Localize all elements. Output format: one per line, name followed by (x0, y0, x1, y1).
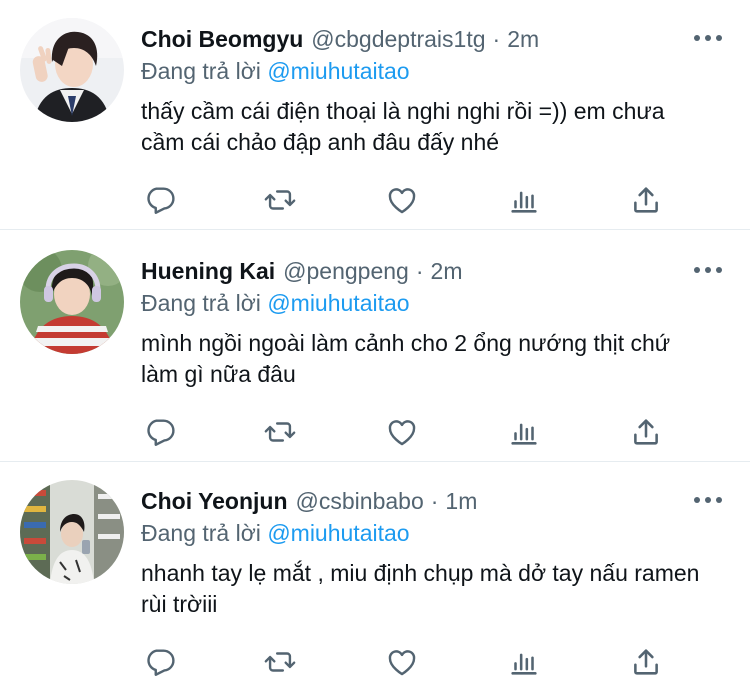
action-bar (140, 180, 670, 220)
replying-to: Đang trả lời @miuhutaitao (141, 518, 410, 548)
like-icon (388, 188, 416, 214)
more-dot (694, 267, 700, 273)
more-dot (716, 267, 722, 273)
more-options-button[interactable] (694, 488, 722, 512)
more-dot (705, 35, 711, 41)
like-button[interactable] (382, 412, 422, 452)
separator-dot: · (430, 488, 439, 514)
retweet-icon (264, 190, 296, 210)
analytics-button[interactable] (504, 642, 544, 682)
reply-icon (147, 649, 175, 676)
like-button[interactable] (382, 642, 422, 682)
replying-to-label: Đang trả lời (141, 520, 261, 546)
replying-to: Đang trả lời @miuhutaitao (141, 56, 410, 86)
analytics-icon (511, 653, 537, 675)
timestamp[interactable]: 2m (507, 24, 539, 54)
display-name[interactable]: Choi Yeonjun (141, 486, 288, 516)
share-button[interactable] (626, 642, 666, 682)
analytics-button[interactable] (504, 180, 544, 220)
more-dot (716, 497, 722, 503)
like-button[interactable] (382, 180, 422, 220)
more-options-button[interactable] (694, 26, 722, 50)
retweet-button[interactable] (260, 642, 300, 682)
replying-to-label: Đang trả lời (141, 290, 261, 316)
reply-button[interactable] (140, 412, 180, 452)
tweet[interactable]: Choi Beomgyu @cbgdeptrais1tg · 2m Đang t… (0, 0, 750, 230)
reply-feed: Choi Beomgyu @cbgdeptrais1tg · 2m Đang t… (0, 0, 750, 694)
more-options-button[interactable] (694, 258, 722, 282)
display-name[interactable]: Choi Beomgyu (141, 24, 303, 54)
more-dot (705, 497, 711, 503)
tweet[interactable]: Huening Kai @pengpeng · 2m Đang trả lời … (0, 232, 750, 462)
reply-button[interactable] (140, 642, 180, 682)
separator-dot: · (492, 26, 501, 52)
more-dot (694, 497, 700, 503)
share-button[interactable] (626, 180, 666, 220)
mention-link[interactable]: @miuhutaitao (267, 290, 409, 316)
more-dot (694, 35, 700, 41)
retweet-button[interactable] (260, 180, 300, 220)
replying-to-label: Đang trả lời (141, 58, 261, 84)
analytics-icon (511, 423, 537, 445)
tweet-header: Choi Yeonjun @csbinbabo · 1m (141, 486, 477, 516)
tweet-header: Choi Beomgyu @cbgdeptrais1tg · 2m (141, 24, 539, 54)
username-handle[interactable]: @cbgdeptrais1tg (311, 24, 485, 54)
analytics-icon (511, 191, 537, 213)
reply-button[interactable] (140, 180, 180, 220)
timestamp[interactable]: 2m (431, 256, 463, 286)
tweet-header: Huening Kai @pengpeng · 2m (141, 256, 462, 286)
more-dot (716, 35, 722, 41)
share-button[interactable] (626, 412, 666, 452)
tweet-text: thấy cầm cái điện thoại là nghi nghi rồi… (141, 98, 665, 155)
mention-link[interactable]: @miuhutaitao (267, 58, 409, 84)
reply-icon (147, 419, 175, 446)
retweet-icon (264, 652, 296, 672)
share-icon (634, 419, 658, 445)
analytics-button[interactable] (504, 412, 544, 452)
mention-link[interactable]: @miuhutaitao (267, 520, 409, 546)
share-icon (634, 649, 658, 675)
avatar[interactable] (20, 18, 124, 122)
tweet[interactable]: Choi Yeonjun @csbinbabo · 1m Đang trả lờ… (0, 462, 750, 692)
retweet-icon (264, 422, 296, 442)
avatar[interactable] (20, 250, 124, 354)
more-dot (705, 267, 711, 273)
like-icon (388, 420, 416, 446)
timestamp[interactable]: 1m (445, 486, 477, 516)
display-name[interactable]: Huening Kai (141, 256, 275, 286)
username-handle[interactable]: @pengpeng (283, 256, 409, 286)
replying-to: Đang trả lời @miuhutaitao (141, 288, 410, 318)
tweet-text: nhanh tay lẹ mắt , miu định chụp mà dở t… (141, 560, 700, 617)
like-icon (388, 650, 416, 676)
separator-dot: · (415, 258, 424, 284)
action-bar (140, 412, 670, 452)
reply-icon (147, 187, 175, 214)
tweet-text: mình ngồi ngoài làm cảnh cho 2 ổng nướng… (141, 330, 671, 387)
username-handle[interactable]: @csbinbabo (296, 486, 424, 516)
avatar[interactable] (20, 480, 124, 584)
retweet-button[interactable] (260, 412, 300, 452)
action-bar (140, 642, 670, 682)
share-icon (634, 187, 658, 213)
